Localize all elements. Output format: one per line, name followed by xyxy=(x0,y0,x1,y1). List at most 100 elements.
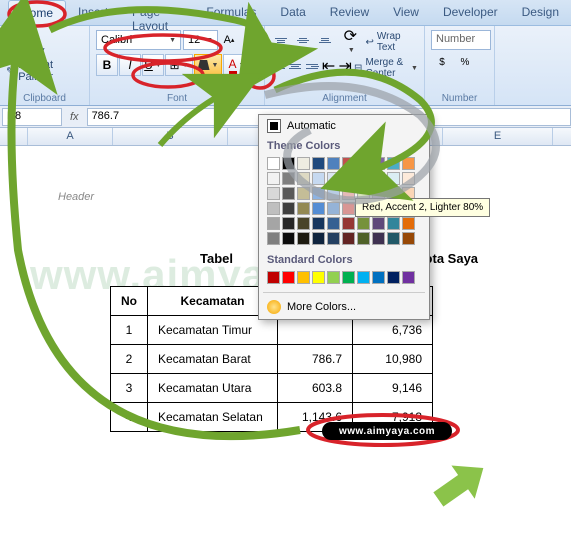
color-swatch[interactable] xyxy=(342,202,355,215)
percent-button[interactable]: % xyxy=(454,52,476,72)
color-swatch[interactable] xyxy=(267,187,280,200)
color-swatch[interactable] xyxy=(342,172,355,185)
border-button[interactable]: ⊞▼ xyxy=(165,54,193,76)
color-swatch[interactable] xyxy=(327,232,340,245)
color-swatch[interactable] xyxy=(297,157,310,170)
color-swatch[interactable] xyxy=(282,271,295,284)
tab-view[interactable]: View xyxy=(381,0,431,25)
color-swatch[interactable] xyxy=(297,217,310,230)
color-swatch[interactable] xyxy=(297,187,310,200)
color-swatch[interactable] xyxy=(327,187,340,200)
cell[interactable]: 9,146 xyxy=(353,374,433,403)
color-swatch[interactable] xyxy=(402,157,415,170)
cell[interactable]: 1 xyxy=(111,316,148,345)
tab-formulas[interactable]: Formulas xyxy=(194,0,268,25)
merge-center-button[interactable]: ⊟Merge & Center▼ xyxy=(354,56,418,80)
tab-data[interactable]: Data xyxy=(268,0,317,25)
color-swatch[interactable] xyxy=(267,172,280,185)
increase-indent-button[interactable]: ⇥ xyxy=(337,56,353,76)
col-header-b[interactable]: B xyxy=(113,128,228,145)
cell[interactable]: 10,980 xyxy=(353,345,433,374)
color-swatch[interactable] xyxy=(387,217,400,230)
grow-font-button[interactable]: A▴ xyxy=(220,31,238,49)
color-swatch[interactable] xyxy=(312,172,325,185)
col-header-a[interactable]: A xyxy=(28,128,113,145)
automatic-option[interactable]: Automatic xyxy=(259,115,429,137)
color-swatch[interactable] xyxy=(387,271,400,284)
color-swatch[interactable] xyxy=(282,217,295,230)
tab-insert[interactable]: Insert xyxy=(66,0,120,25)
color-swatch[interactable] xyxy=(342,187,355,200)
color-swatch[interactable] xyxy=(282,172,295,185)
color-swatch[interactable] xyxy=(372,271,385,284)
col-header-e[interactable]: E xyxy=(443,128,553,145)
color-swatch[interactable] xyxy=(297,232,310,245)
color-swatch[interactable] xyxy=(312,271,325,284)
align-top-button[interactable] xyxy=(271,30,292,50)
align-middle-button[interactable] xyxy=(293,30,314,50)
cell[interactable]: 1,143.6 xyxy=(278,403,353,432)
more-colors-option[interactable]: More Colors... xyxy=(259,295,429,319)
color-swatch[interactable] xyxy=(327,202,340,215)
color-swatch[interactable] xyxy=(402,217,415,230)
bold-button[interactable]: B xyxy=(96,54,118,76)
color-swatch[interactable] xyxy=(327,157,340,170)
color-swatch[interactable] xyxy=(267,271,280,284)
underline-button[interactable]: U▼ xyxy=(142,54,164,76)
italic-button[interactable]: I xyxy=(119,54,141,76)
cell[interactable]: 603.8 xyxy=(278,374,353,403)
copy-button[interactable]: ❐Copy xyxy=(6,43,83,58)
font-name-select[interactable]: Calibri▼ xyxy=(96,30,181,50)
color-swatch[interactable] xyxy=(282,202,295,215)
color-swatch[interactable] xyxy=(267,202,280,215)
cell[interactable]: 3 xyxy=(111,374,148,403)
color-swatch[interactable] xyxy=(267,217,280,230)
tab-design[interactable]: Design xyxy=(510,0,571,25)
cell[interactable]: 4 xyxy=(111,403,148,432)
color-swatch[interactable] xyxy=(372,157,385,170)
color-swatch[interactable] xyxy=(372,172,385,185)
color-swatch[interactable] xyxy=(267,232,280,245)
color-swatch[interactable] xyxy=(312,157,325,170)
number-format-select[interactable]: Number xyxy=(431,30,491,50)
color-swatch[interactable] xyxy=(267,157,280,170)
color-swatch[interactable] xyxy=(402,232,415,245)
color-swatch[interactable] xyxy=(297,172,310,185)
color-swatch[interactable] xyxy=(342,271,355,284)
decrease-indent-button[interactable]: ⇤ xyxy=(321,56,337,76)
color-swatch[interactable] xyxy=(357,271,370,284)
cell[interactable]: Kecamatan Utara xyxy=(148,374,278,403)
tab-home[interactable]: Home xyxy=(8,0,66,25)
fill-color-button[interactable]: ▼ xyxy=(194,54,222,76)
cell[interactable]: 2 xyxy=(111,345,148,374)
color-swatch[interactable] xyxy=(342,217,355,230)
cell[interactable]: 7,913 xyxy=(353,403,433,432)
color-swatch[interactable] xyxy=(282,157,295,170)
tab-review[interactable]: Review xyxy=(318,0,381,25)
color-swatch[interactable] xyxy=(312,232,325,245)
align-bottom-button[interactable] xyxy=(315,30,336,50)
color-swatch[interactable] xyxy=(357,157,370,170)
color-swatch[interactable] xyxy=(357,217,370,230)
currency-button[interactable]: $ xyxy=(431,52,453,72)
cell[interactable]: 786.7 xyxy=(278,345,353,374)
color-swatch[interactable] xyxy=(297,202,310,215)
format-painter-button[interactable]: ✎Format Painter xyxy=(6,58,83,84)
color-swatch[interactable] xyxy=(282,187,295,200)
color-swatch[interactable] xyxy=(327,172,340,185)
align-center-button[interactable] xyxy=(288,56,304,76)
color-swatch[interactable] xyxy=(327,217,340,230)
tab-developer[interactable]: Developer xyxy=(431,0,510,25)
color-swatch[interactable] xyxy=(312,187,325,200)
color-swatch[interactable] xyxy=(342,157,355,170)
color-swatch[interactable] xyxy=(327,271,340,284)
align-left-button[interactable] xyxy=(271,56,287,76)
wrap-text-button[interactable]: ↩Wrap Text xyxy=(365,30,418,54)
fx-icon[interactable]: fx xyxy=(62,111,87,123)
tab-page-layout[interactable]: Page Layout xyxy=(120,0,194,25)
cut-button[interactable]: ✂Cut xyxy=(6,28,83,43)
color-swatch[interactable] xyxy=(342,232,355,245)
th-no[interactable]: No xyxy=(111,287,148,316)
select-all-corner[interactable] xyxy=(0,128,28,145)
color-swatch[interactable] xyxy=(297,271,310,284)
